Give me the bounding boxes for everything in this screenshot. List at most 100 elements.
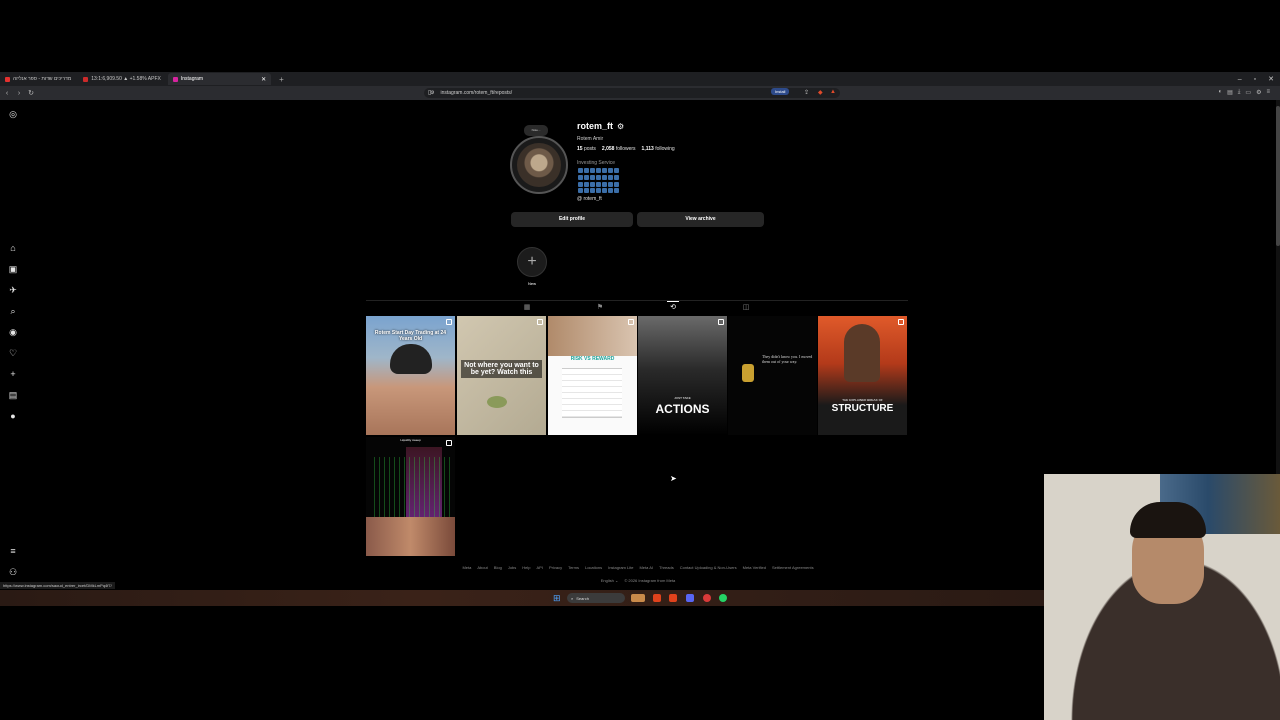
saved-tab-icon[interactable]: ⚑: [594, 302, 606, 314]
profile-tabs: ▦ ⚑ ⟲ ◫: [366, 300, 908, 314]
following-count[interactable]: 1,113 following: [642, 146, 675, 152]
menu-icon[interactable]: ≡: [1266, 89, 1270, 96]
new-tab-button[interactable]: +: [279, 75, 284, 84]
footer-link[interactable]: Contact Uploading & Non-Users: [680, 565, 737, 570]
footer-link[interactable]: Meta: [462, 565, 471, 570]
home-icon[interactable]: ⌂: [6, 242, 20, 254]
search-icon[interactable]: ⌕: [6, 305, 20, 317]
brave-taskbar-icon-2[interactable]: [669, 594, 677, 602]
post-caption: Rotem Start Day Trading at 24 Years Old: [374, 330, 447, 342]
app-taskbar-icon[interactable]: [703, 594, 711, 602]
threads-icon: @: [577, 196, 583, 202]
extensions-icon[interactable]: ⚙: [1256, 89, 1261, 96]
share-icon[interactable]: ⇪: [804, 89, 809, 96]
profile-username: rotem_ft: [577, 121, 614, 131]
browser-tab[interactable]: 13:1:6,909.50 ▲ +1.58% APFX: [78, 73, 166, 85]
post-thumbnail: [390, 344, 432, 374]
footer-link[interactable]: Blog: [494, 565, 502, 570]
brave-taskbar-icon[interactable]: [653, 594, 661, 602]
footer-link[interactable]: Help: [522, 565, 530, 570]
footer-link[interactable]: Instagram Lite: [608, 565, 633, 570]
reel-icon: [446, 440, 452, 446]
browser-tab-active[interactable]: Instagram ✕: [167, 73, 272, 85]
footer-link[interactable]: Meta AI: [639, 565, 653, 570]
explore-icon[interactable]: ◉: [6, 326, 20, 338]
windows-taskbar: ⊞ ⌕ Search: [0, 590, 1044, 606]
minimize-icon[interactable]: –: [1238, 76, 1242, 83]
profile-category: Investing Service: [577, 160, 616, 166]
maximize-icon[interactable]: ▫: [1254, 76, 1256, 83]
reel-icon: [628, 319, 634, 325]
brave-rewards-icon[interactable]: ▲: [830, 89, 836, 95]
sidebar-toggle-icon[interactable]: ▤: [1227, 89, 1233, 96]
footer-link[interactable]: Locations: [585, 565, 602, 570]
taskbar-search[interactable]: ⌕ Search: [567, 593, 625, 603]
download-icon[interactable]: ⤓: [1238, 89, 1241, 96]
forward-icon[interactable]: ›: [14, 90, 24, 97]
bookmark-page-icon[interactable]: ▯: [428, 89, 431, 96]
language-select[interactable]: English ⌄: [601, 578, 619, 583]
tab-label: 13:1:6,909.50 ▲ +1.58% APFX: [91, 76, 161, 82]
browser-tab[interactable]: מדריכים שדות - ספר אנליזה: [0, 73, 76, 85]
search-placeholder: Search: [576, 595, 589, 601]
tagged-tab-icon[interactable]: ◫: [740, 302, 752, 314]
extension-icon[interactable]: ◐: [1218, 89, 1222, 96]
profile-note[interactable]: Note...: [524, 125, 548, 136]
footer-link[interactable]: Privacy: [549, 565, 562, 570]
back-icon[interactable]: ‹: [2, 90, 12, 97]
bio-emoji-grid: [578, 168, 620, 194]
grid-post[interactable]: Not where you want to be yet? Watch this: [457, 316, 546, 435]
new-highlight-button[interactable]: +: [517, 247, 547, 277]
post-caption: ACTIONS: [655, 402, 710, 416]
screen: מדריכים שדות - ספר אנליזה 13:1:6,909.50 …: [0, 0, 1280, 720]
footer-link[interactable]: Terms: [568, 565, 579, 570]
grid-post[interactable]: Liquidity sweep: [366, 437, 455, 556]
followers-count[interactable]: 2,058 followers: [602, 146, 636, 152]
tab-favicon-icon: [5, 76, 10, 82]
grid-post[interactable]: THE EXPLAINED BREAK OF STRUCTURE: [818, 316, 907, 435]
close-tab-icon[interactable]: ✕: [261, 76, 266, 83]
close-window-icon[interactable]: ✕: [1268, 75, 1274, 83]
post-thumbnail: [844, 324, 880, 382]
grid-post[interactable]: RISK VS REWARD: [548, 316, 637, 435]
threads-link[interactable]: @ rotem_ft: [577, 196, 602, 202]
footer-link[interactable]: Meta Verified: [743, 565, 766, 570]
footer-link[interactable]: Threads: [659, 565, 674, 570]
posts-grid-icon[interactable]: ▦: [521, 302, 533, 314]
webcam-overlay: [1044, 474, 1280, 720]
footer-link[interactable]: About: [477, 565, 487, 570]
copyright-text: © 2026 Instagram from Meta: [624, 578, 676, 583]
messages-icon[interactable]: ✈: [6, 284, 20, 296]
url-text: instagram.com/rotem_ft/reposts/: [440, 90, 513, 96]
wallet-icon[interactable]: ▭: [1245, 89, 1251, 96]
post-subcaption: THE EXPLAINED BREAK OF: [842, 398, 883, 402]
discord-taskbar-icon[interactable]: [686, 594, 694, 602]
reposts-tab-icon[interactable]: ⟲: [667, 301, 679, 313]
instagram-logo-icon[interactable]: ◎: [6, 108, 20, 120]
grid-post[interactable]: Rotem Start Day Trading at 24 Years Old: [366, 316, 455, 435]
grid-post[interactable]: JUST TAKE ACTIONS: [638, 316, 727, 435]
install-app-button[interactable]: Install: [771, 88, 790, 95]
more-menu-icon[interactable]: ≡: [6, 545, 20, 557]
edit-profile-button[interactable]: Edit profile: [511, 212, 633, 227]
create-icon[interactable]: +: [6, 368, 20, 380]
footer-link[interactable]: API: [537, 565, 543, 570]
view-archive-button[interactable]: View archive: [637, 212, 764, 227]
footer-link[interactable]: Settlement Agreements: [772, 565, 814, 570]
settings-gear-icon[interactable]: ⚙: [617, 122, 624, 131]
scrollbar-thumb[interactable]: [1276, 106, 1280, 246]
profile-avatar[interactable]: [510, 136, 568, 194]
dashboard-icon[interactable]: ▤: [6, 389, 20, 401]
notifications-icon[interactable]: ♡: [6, 347, 20, 359]
windows-start-icon[interactable]: ⊞: [553, 593, 561, 604]
taskbar-widget-icon[interactable]: [631, 594, 645, 602]
post-caption: STRUCTURE: [831, 403, 894, 414]
reload-icon[interactable]: ↻: [26, 89, 36, 97]
threads-handle: rotem_ft: [583, 196, 602, 202]
footer-link[interactable]: Jobs: [508, 565, 516, 570]
grid-post[interactable]: They didn't know you. I moved them out o…: [728, 316, 817, 435]
brave-shield-icon[interactable]: ◆: [818, 89, 823, 96]
whatsapp-taskbar-icon[interactable]: [719, 594, 727, 602]
profile-icon[interactable]: ●: [6, 410, 20, 422]
reels-icon[interactable]: ▣: [6, 263, 20, 275]
